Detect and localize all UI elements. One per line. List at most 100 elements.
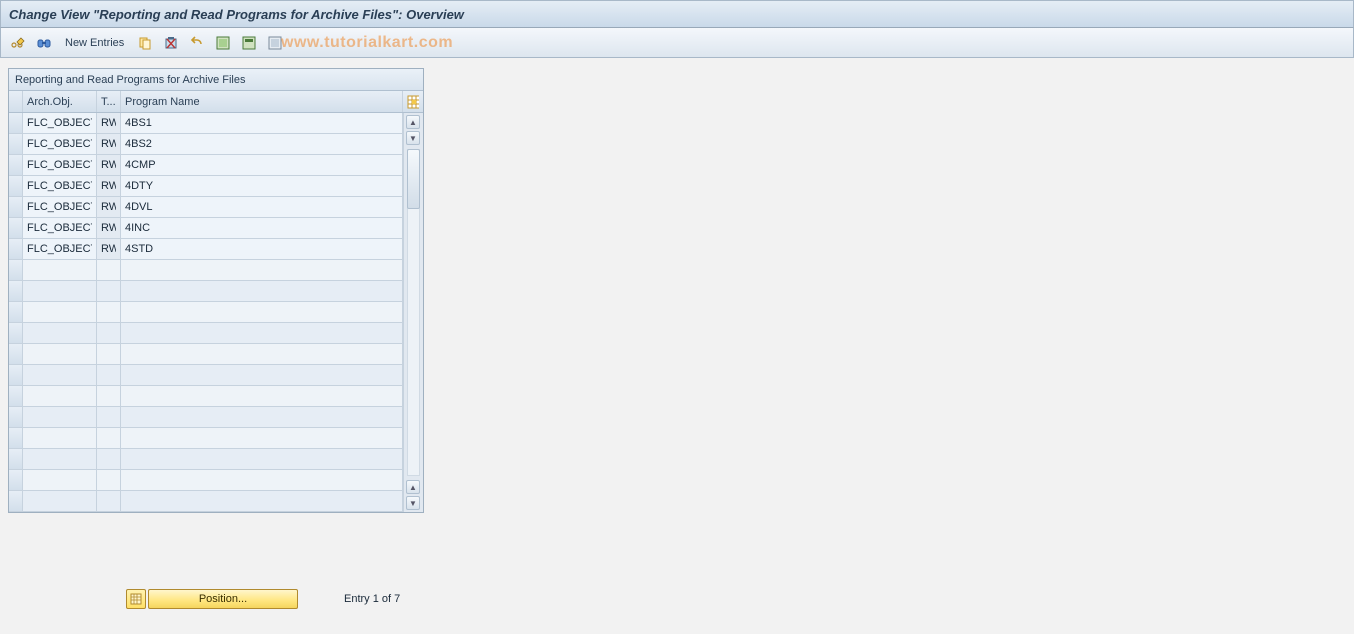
arch-obj-input[interactable] [27,117,92,129]
type-input[interactable] [101,138,116,150]
cell-program[interactable] [121,386,403,406]
row-selector[interactable] [9,386,23,406]
scroll-thumb[interactable] [407,149,420,209]
undo-button[interactable] [186,32,208,54]
program-input[interactable] [125,117,398,129]
cell-arch-obj[interactable] [23,365,97,385]
cell-program[interactable] [121,302,403,322]
cell-arch-obj[interactable] [23,491,97,511]
program-input[interactable] [125,159,398,171]
row-selector[interactable] [9,407,23,427]
cell-program[interactable] [121,365,403,385]
select-block-button[interactable] [238,32,260,54]
arch-obj-input[interactable] [27,180,92,192]
program-input[interactable] [125,243,398,255]
row-selector[interactable] [9,470,23,490]
type-input[interactable] [101,159,116,171]
cell-program[interactable] [121,260,403,280]
row-selector[interactable] [9,323,23,343]
cell-program[interactable] [121,197,403,217]
cell-program[interactable] [121,344,403,364]
column-header-selector[interactable] [9,91,23,112]
cell-arch-obj[interactable] [23,155,97,175]
cell-type[interactable] [97,302,121,322]
new-entries-button[interactable]: New Entries [59,32,130,54]
program-input[interactable] [125,138,398,150]
copy-as-button[interactable] [134,32,156,54]
cell-type[interactable] [97,407,121,427]
scroll-line-down-icon[interactable]: ▼ [406,131,420,145]
deselect-all-button[interactable] [264,32,286,54]
cell-arch-obj[interactable] [23,239,97,259]
cell-arch-obj[interactable] [23,197,97,217]
row-selector[interactable] [9,344,23,364]
row-selector[interactable] [9,302,23,322]
cell-type[interactable] [97,428,121,448]
cell-type[interactable] [97,155,121,175]
position-button[interactable]: Position... [148,589,298,609]
cell-type[interactable] [97,218,121,238]
column-header-type[interactable]: T... [97,91,121,112]
scroll-down-icon[interactable]: ▼ [406,496,420,510]
row-selector[interactable] [9,176,23,196]
row-selector[interactable] [9,260,23,280]
row-selector[interactable] [9,428,23,448]
cell-arch-obj[interactable] [23,449,97,469]
cell-program[interactable] [121,218,403,238]
row-selector[interactable] [9,491,23,511]
type-input[interactable] [101,180,116,192]
program-input[interactable] [125,180,398,192]
row-selector[interactable] [9,365,23,385]
cell-program[interactable] [121,239,403,259]
cell-arch-obj[interactable] [23,134,97,154]
table-settings-button[interactable] [403,91,423,112]
cell-type[interactable] [97,386,121,406]
cell-program[interactable] [121,428,403,448]
cell-type[interactable] [97,239,121,259]
cell-arch-obj[interactable] [23,260,97,280]
cell-arch-obj[interactable] [23,428,97,448]
cell-type[interactable] [97,470,121,490]
cell-program[interactable] [121,491,403,511]
cell-arch-obj[interactable] [23,407,97,427]
cell-type[interactable] [97,449,121,469]
type-input[interactable] [101,243,116,255]
scroll-up-icon[interactable]: ▲ [406,115,420,129]
cell-arch-obj[interactable] [23,344,97,364]
vertical-scrollbar[interactable]: ▲ ▼ ▲ ▼ [403,113,423,512]
cell-type[interactable] [97,134,121,154]
row-selector[interactable] [9,134,23,154]
cell-arch-obj[interactable] [23,281,97,301]
select-all-button[interactable] [212,32,234,54]
program-input[interactable] [125,201,398,213]
cell-type[interactable] [97,491,121,511]
cell-program[interactable] [121,449,403,469]
cell-arch-obj[interactable] [23,302,97,322]
row-selector[interactable] [9,113,23,133]
arch-obj-input[interactable] [27,243,92,255]
cell-program[interactable] [121,113,403,133]
cell-program[interactable] [121,407,403,427]
cell-program[interactable] [121,281,403,301]
find-button[interactable] [33,32,55,54]
cell-arch-obj[interactable] [23,218,97,238]
row-selector[interactable] [9,155,23,175]
cell-type[interactable] [97,323,121,343]
cell-program[interactable] [121,323,403,343]
row-selector[interactable] [9,281,23,301]
cell-program[interactable] [121,470,403,490]
type-input[interactable] [101,222,116,234]
column-header-program-name[interactable]: Program Name [121,91,403,112]
cell-type[interactable] [97,281,121,301]
type-input[interactable] [101,201,116,213]
program-input[interactable] [125,222,398,234]
cell-type[interactable] [97,176,121,196]
toggle-display-change-button[interactable] [7,32,29,54]
scroll-line-up-icon[interactable]: ▲ [406,480,420,494]
row-selector[interactable] [9,218,23,238]
cell-type[interactable] [97,197,121,217]
cell-arch-obj[interactable] [23,113,97,133]
cell-program[interactable] [121,155,403,175]
cell-type[interactable] [97,260,121,280]
column-header-arch-obj[interactable]: Arch.Obj. [23,91,97,112]
